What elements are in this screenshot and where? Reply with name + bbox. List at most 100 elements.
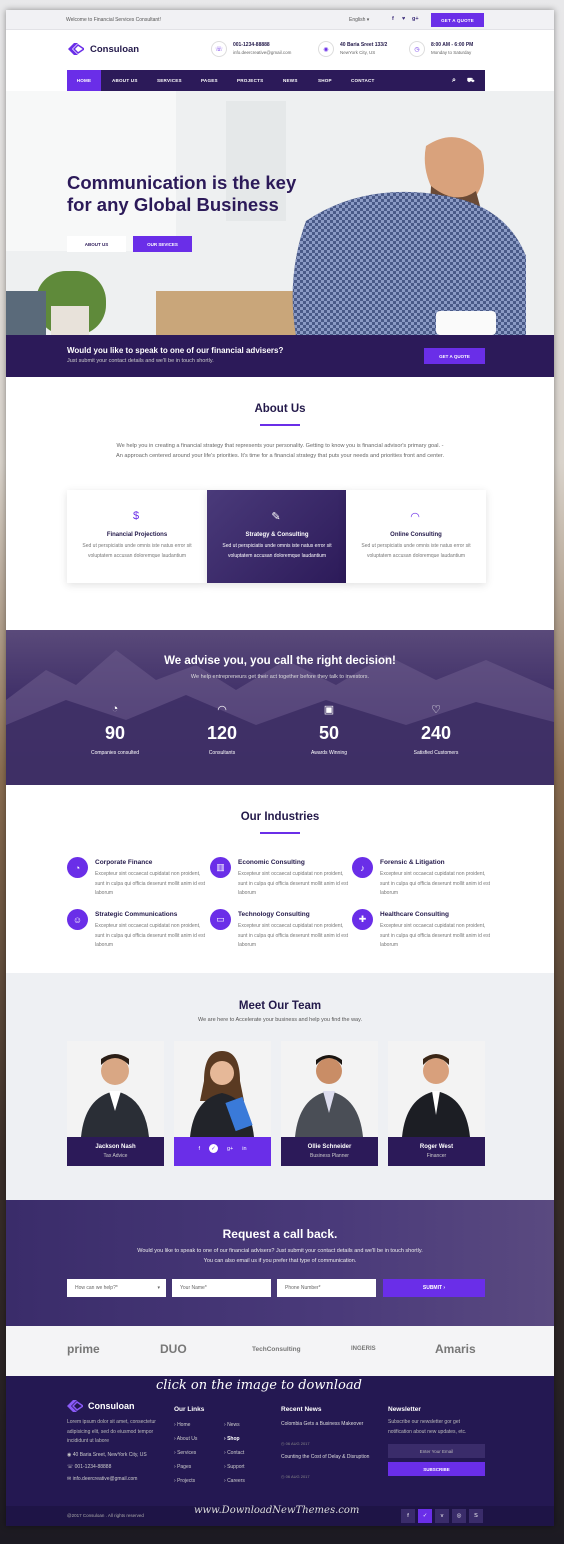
hero-title: Communication is the key for any Global …: [67, 172, 297, 215]
nav-services[interactable]: SERVICES: [157, 70, 182, 91]
industries-title: Our Industries: [240, 811, 320, 823]
footer-link[interactable]: › Home: [174, 1422, 190, 1428]
footer-link[interactable]: › Support: [224, 1464, 245, 1470]
industry-forensic-litigation[interactable]: ♪ Forensic & Litigation Excepteur sint o…: [352, 857, 490, 901]
about-title: About Us: [254, 403, 306, 415]
callback-title: Request a call back.: [222, 1227, 338, 1241]
card-online-consulting[interactable]: ◠ Online Consulting Sed ut perspiciatis …: [346, 490, 486, 583]
card-financial-projections[interactable]: $ Financial Projections Sed ut perspicia…: [67, 490, 207, 583]
bar-chart-icon: ▥: [210, 857, 231, 878]
download-caption[interactable]: click on the image to download: [156, 1378, 362, 1393]
team-member-card-active[interactable]: f ✓ g+ in: [174, 1041, 271, 1166]
nav-pages[interactable]: PAGES: [201, 70, 218, 91]
member-name: Jackson Nash: [95, 1144, 136, 1150]
footer-link[interactable]: › Projects: [174, 1478, 195, 1484]
name-input[interactable]: Your Name*: [172, 1279, 271, 1297]
advisers-band: Would you like to speak to one of our fi…: [6, 335, 554, 377]
member-role: Financer: [426, 1153, 447, 1159]
footer-link[interactable]: › About Us: [174, 1436, 197, 1442]
member-photo: [174, 1041, 271, 1137]
facebook-icon[interactable]: f: [198, 1146, 200, 1153]
welcome-text: Welcome to Financial Services Consultant…: [66, 17, 161, 23]
help-select[interactable]: How can we help?* ▾: [67, 1279, 166, 1297]
about-us-button[interactable]: ABOUT US: [67, 236, 126, 252]
team-member-card[interactable]: Ollie Schneider Business Planner: [281, 1041, 378, 1166]
team-subtitle: We are here to Accelerate your business …: [198, 1017, 362, 1023]
footer-link[interactable]: › News: [224, 1422, 240, 1428]
news-item-title[interactable]: Colombia Gets a Business Makeover: [281, 1420, 371, 1430]
industry-economic-consulting[interactable]: ▥ Economic Consulting Excepteur sint occ…: [210, 857, 348, 901]
stat-awards: ▣ 50 Awards Winning: [279, 703, 379, 756]
about-text: We help you in creating a financial stra…: [116, 443, 444, 459]
card-title: Strategy & Consulting: [245, 532, 309, 538]
footer-link[interactable]: › Shop: [224, 1436, 240, 1442]
industry-technology-consulting[interactable]: ▭ Technology Consulting Excepteur sint o…: [210, 909, 348, 953]
logo-icon[interactable]: [68, 43, 84, 55]
footer-link[interactable]: › Contact: [224, 1450, 244, 1456]
nav-news[interactable]: NEWS: [283, 70, 298, 91]
vimeo-icon[interactable]: v: [435, 1509, 449, 1523]
card-title: Financial Projections: [106, 532, 168, 538]
copyright-text: @2017 Consuloan . All rights reserved: [67, 1513, 144, 1518]
language-select[interactable]: English ▾: [349, 17, 369, 23]
member-photo: [281, 1041, 378, 1137]
nav-about[interactable]: ABOUT US: [112, 70, 138, 91]
googleplus-icon[interactable]: g+: [227, 1146, 233, 1153]
instagram-icon[interactable]: ◎: [452, 1509, 466, 1523]
industry-strategic-communications[interactable]: ☺ Strategic Communications Excepteur sin…: [67, 909, 205, 953]
partner-logo-ingeris[interactable]: INGERIS: [351, 1346, 376, 1352]
heart-icon[interactable]: ♥: [402, 16, 405, 22]
team-member-card[interactable]: Roger West Financer: [388, 1041, 485, 1166]
team-member-card[interactable]: Jackson Nash Tax Advice: [67, 1041, 164, 1166]
partner-logo-amaris[interactable]: Amaris: [435, 1342, 476, 1356]
partner-logo-duo[interactable]: DUO: [160, 1342, 187, 1356]
band-subtext: Just submit your contact details and we'…: [67, 358, 214, 364]
heart-icon: ♡: [431, 704, 441, 716]
cart-icon[interactable]: ⛟: [467, 70, 475, 91]
nav-shop[interactable]: SHOP: [318, 70, 332, 91]
monitor-icon: ▭: [210, 909, 231, 930]
links-title: Our Links: [174, 1406, 205, 1413]
search-icon[interactable]: ⌕: [452, 70, 456, 91]
brand-name[interactable]: Consuloan: [90, 44, 139, 55]
nav-home[interactable]: HOME: [67, 70, 101, 91]
industries-underline: [260, 832, 300, 834]
bell-icon: ♪: [352, 857, 373, 878]
news-item-title[interactable]: Counting the Cost of Delay & Disruption: [281, 1453, 371, 1463]
submit-button[interactable]: SUBMIT ›: [383, 1279, 485, 1297]
facebook-icon[interactable]: f: [401, 1509, 415, 1523]
footer-link[interactable]: › Careers: [224, 1478, 245, 1484]
member-photo: [67, 1041, 164, 1137]
member-role: Tax Advice: [103, 1153, 128, 1159]
subscribe-button[interactable]: SUBSCRIBE: [388, 1462, 485, 1476]
footer-link[interactable]: › Services: [174, 1450, 196, 1456]
twitter-icon[interactable]: ✓: [208, 1144, 218, 1153]
our-services-button[interactable]: OUR SEVICES: [133, 236, 192, 252]
nav-projects[interactable]: PROJECTS: [237, 70, 263, 91]
band-quote-button[interactable]: GET A QUOTE: [424, 348, 485, 364]
contact-city: NewYork City, US: [340, 50, 376, 55]
phone-input[interactable]: Phone Number*: [277, 1279, 376, 1297]
linkedin-icon[interactable]: in: [242, 1146, 246, 1153]
stat-customers: ♡ 240 Satisfied Customers: [386, 703, 486, 756]
facebook-icon[interactable]: f: [392, 16, 394, 22]
skype-icon[interactable]: S: [469, 1509, 483, 1523]
callback-text: Would you like to speak to one of our fi…: [137, 1248, 423, 1264]
member-name: Ollie Schneider: [307, 1144, 352, 1150]
card-desc: Sed ut perspiciatis unde omnis iste natu…: [222, 543, 332, 559]
footer-link[interactable]: › Pages: [174, 1464, 191, 1470]
get-quote-button[interactable]: GET A QUOTE: [431, 13, 484, 27]
industry-healthcare-consulting[interactable]: ✚ Healthcare Consulting Excepteur sint o…: [352, 909, 490, 953]
footer-brand: Consuloan: [88, 1401, 135, 1411]
card-strategy-consulting[interactable]: ✎ Strategy & Consulting Sed ut perspicia…: [207, 490, 347, 583]
website-page: Welcome to Financial Services Consultant…: [6, 10, 554, 1526]
footer-address: ◉ 40 Baria Sreet, NewYork City, US: [67, 1452, 147, 1458]
partner-logo-prime[interactable]: prime: [67, 1342, 100, 1356]
partner-logo-techconsulting[interactable]: TechConsulting: [252, 1346, 301, 1353]
nav-contact[interactable]: CONTACT: [351, 70, 375, 91]
googleplus-icon[interactable]: g+: [412, 16, 419, 22]
newsletter-email-input[interactable]: Enter Your Email: [388, 1444, 485, 1458]
industry-corporate-finance[interactable]: ◔ Corporate Finance Excepteur sint occae…: [67, 857, 205, 901]
card-desc: Sed ut perspiciatis unde omnis iste natu…: [361, 543, 471, 559]
twitter-icon[interactable]: ✓: [418, 1509, 432, 1523]
